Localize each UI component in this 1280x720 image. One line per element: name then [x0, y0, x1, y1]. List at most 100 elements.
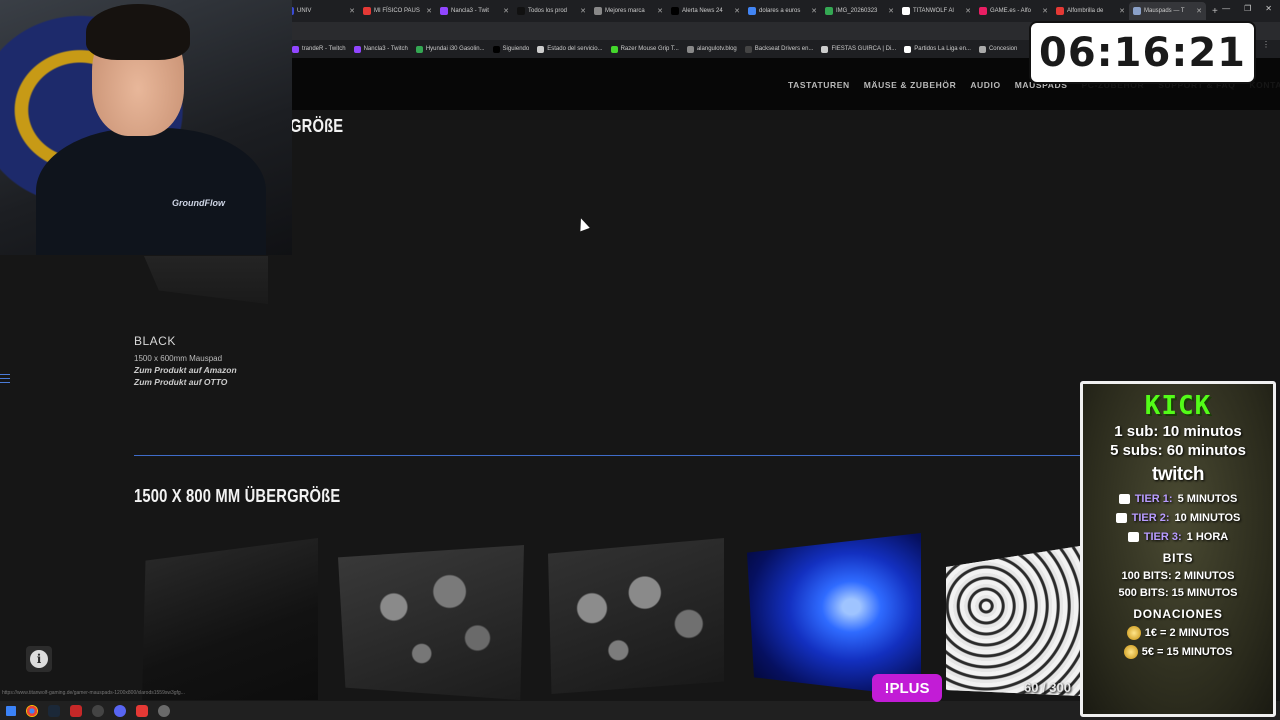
- tier-rule: TIER 2: 10 MINUTOS: [1083, 512, 1273, 524]
- tab-close-icon[interactable]: ✕: [888, 7, 894, 15]
- bookmark-item[interactable]: FIESTAS GUIRCA | Di...: [821, 45, 896, 53]
- tab-close-icon[interactable]: ✕: [1119, 7, 1125, 15]
- bookmark-favicon-icon: [537, 45, 545, 53]
- tab-label: Todos los prod: [528, 8, 568, 14]
- tier-name: TIER 3:: [1143, 531, 1182, 543]
- tab-label: MI FÍSICO PAUS: [374, 8, 420, 14]
- bookmark-item[interactable]: Partidos La Liga en...: [904, 45, 971, 53]
- browser-tab[interactable]: IMG_20260323 ✕: [821, 2, 898, 20]
- discord-icon[interactable]: [114, 704, 126, 717]
- mousepad-art-image[interactable]: [946, 546, 1080, 696]
- tab-close-icon[interactable]: ✕: [1196, 7, 1202, 15]
- nav-link[interactable]: KONTAKT: [1249, 80, 1280, 90]
- bookmark-label: trandeR - Twitch: [302, 46, 346, 52]
- side-menu-icon[interactable]: [0, 374, 10, 386]
- tab-close-icon[interactable]: ✕: [734, 7, 740, 15]
- browser-menu-icon[interactable]: ⋮: [1262, 40, 1270, 49]
- bookmark-label: Estado del servicio...: [547, 46, 603, 52]
- timer-value: 06:16:21: [1039, 29, 1246, 76]
- mousepad-worldmap-image[interactable]: [338, 545, 524, 700]
- kick-logo: KICK: [1144, 391, 1212, 421]
- donation-text-1: 1€ = 2 MINUTOS: [1144, 627, 1230, 639]
- tier-name: TIER 1:: [1134, 493, 1173, 505]
- new-tab-button[interactable]: +: [1212, 6, 1218, 17]
- tab-close-icon[interactable]: ✕: [657, 7, 663, 15]
- section-divider: [134, 455, 1080, 456]
- chrome-icon[interactable]: [26, 704, 38, 717]
- browser-tab[interactable]: Mauspads — T ✕: [1129, 2, 1206, 20]
- tier-value: 10 MINUTOS: [1174, 512, 1241, 524]
- browser-tab[interactable]: dolares a euros ✕: [744, 2, 821, 20]
- otto-link[interactable]: Zum Produkt auf OTTO: [134, 377, 237, 387]
- mousepad-black-image[interactable]: [142, 538, 318, 700]
- shirt-logo: GroundFlow: [172, 198, 225, 208]
- bits-rule-1: 100 BITS: 2 MINUTOS: [1121, 570, 1235, 582]
- browser-tab[interactable]: Alfombrilla de ✕: [1052, 2, 1129, 20]
- bookmark-item[interactable]: Backseat Drivers en...: [744, 45, 813, 53]
- twitch-logo: twitch: [1152, 464, 1204, 485]
- bookmark-item[interactable]: Hyundai i30 Gasolin...: [415, 45, 485, 53]
- bookmark-item[interactable]: Razer Mouse Grip T...: [610, 45, 679, 53]
- tab-close-icon[interactable]: ✕: [1042, 7, 1048, 15]
- browser-tab[interactable]: TITANWOLF Al ✕: [898, 2, 975, 20]
- tab-favicon-icon: [671, 7, 679, 15]
- tab-label: UNIV: [297, 8, 312, 14]
- tab-label: Alerta News 24: [682, 8, 723, 14]
- tier-name: TIER 2:: [1131, 512, 1170, 524]
- recorder-icon[interactable]: [136, 704, 148, 717]
- bits-rule-2: 500 BITS: 15 MINUTOS: [1118, 587, 1238, 599]
- bookmark-favicon-icon: [904, 45, 912, 53]
- bookmark-label: Partidos La Liga en...: [914, 46, 971, 52]
- browser-tab[interactable]: GAME.es - Alfo ✕: [975, 2, 1052, 20]
- bookmark-item[interactable]: trandeR - Twitch: [292, 45, 346, 53]
- section-title-2: 1500 X 800 MM ÜBERGRÖßE: [134, 486, 341, 506]
- settings-icon[interactable]: [158, 704, 170, 717]
- maximize-icon[interactable]: ❐: [1244, 4, 1251, 13]
- product-size: 1500 x 600mm Mauspad: [134, 354, 223, 363]
- bookmark-item[interactable]: alangulotv.blog: [686, 45, 737, 53]
- browser-tab[interactable]: Alerta News 24 ✕: [667, 2, 744, 20]
- tab-close-icon[interactable]: ✕: [426, 7, 432, 15]
- donation-rule-2: 5€ = 15 MINUTOS: [1083, 645, 1273, 659]
- tab-close-icon[interactable]: ✕: [965, 7, 971, 15]
- plus-badge: !PLUS: [872, 674, 942, 702]
- tab-favicon-icon: [440, 7, 448, 15]
- bookmark-item[interactable]: Estado del servicio...: [537, 45, 603, 53]
- tab-close-icon[interactable]: ✕: [580, 7, 586, 15]
- tab-close-icon[interactable]: ✕: [811, 7, 817, 15]
- product-image-partial[interactable]: [144, 256, 268, 304]
- mousepad-galaxy-image[interactable]: [747, 533, 921, 697]
- kick-rule-1: 1 sub: 10 minutos: [1114, 423, 1242, 440]
- tier-value: 1 HORA: [1186, 531, 1229, 543]
- mousepad-worldmap-dark-image[interactable]: [548, 538, 724, 694]
- stream-timer: 06:16:21: [1029, 21, 1256, 84]
- streamer-body: [36, 128, 266, 255]
- tier-rule: TIER 1: 5 MINUTOS: [1083, 493, 1273, 505]
- donation-rule-1: 1€ = 2 MINUTOS: [1083, 626, 1273, 640]
- nav-link[interactable]: AUDIO: [970, 80, 1000, 90]
- browser-tab[interactable]: Mejores marca ✕: [590, 2, 667, 20]
- tab-label: IMG_20260323: [836, 8, 878, 14]
- tab-label: dolares a euros: [759, 8, 801, 14]
- nav-link[interactable]: MÄUSE & ZUBEHÖR: [864, 80, 957, 90]
- obs-icon[interactable]: [92, 704, 104, 717]
- close-icon[interactable]: ✕: [1265, 4, 1272, 13]
- browser-tab[interactable]: Nancla3 - Twit ✕: [436, 2, 513, 20]
- amazon-link[interactable]: Zum Produkt auf Amazon: [134, 365, 237, 375]
- app-icon[interactable]: [70, 704, 82, 717]
- browser-tab[interactable]: Todos los prod ✕: [513, 2, 590, 20]
- bookmark-favicon-icon: [292, 45, 299, 53]
- start-icon[interactable]: [6, 705, 16, 716]
- steam-icon[interactable]: [48, 704, 60, 717]
- bookmark-item[interactable]: Siguiendo: [492, 45, 529, 53]
- browser-tab[interactable]: UNIV ✕: [282, 2, 359, 20]
- info-button[interactable]: i: [26, 646, 52, 672]
- minimize-icon[interactable]: —: [1222, 4, 1230, 13]
- browser-tab[interactable]: MI FÍSICO PAUS ✕: [359, 2, 436, 20]
- tab-close-icon[interactable]: ✕: [349, 7, 355, 15]
- tier-value: 5 MINUTOS: [1177, 493, 1238, 505]
- nav-link[interactable]: TASTATUREN: [788, 80, 850, 90]
- tab-close-icon[interactable]: ✕: [503, 7, 509, 15]
- bookmark-item[interactable]: Nancla3 - Twitch: [353, 45, 408, 53]
- bookmark-item[interactable]: Concesion: [978, 45, 1017, 53]
